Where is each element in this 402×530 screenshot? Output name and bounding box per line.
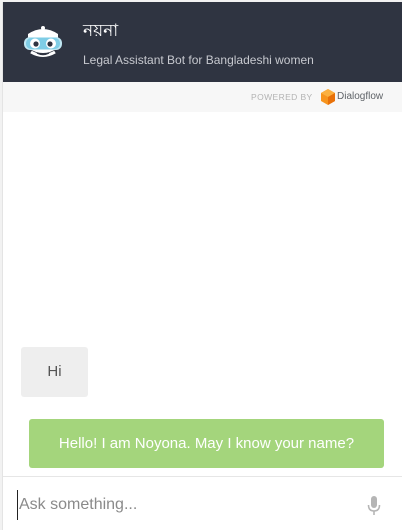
chat-header: নয়না Legal Assistant Bot for Bangladesh… [3,2,402,82]
robot-avatar-icon [24,26,62,57]
bot-name: নয়না [83,21,119,41]
input-divider [3,476,402,477]
powered-by-bar: POWERED BY Dialogflow [3,82,402,112]
chat-widget: নয়না Legal Assistant Bot for Bangladesh… [2,2,402,530]
powered-by-label: POWERED BY [251,92,313,102]
dialogflow-brand-name[interactable]: Dialogflow [337,91,383,103]
microphone-icon[interactable] [367,496,381,516]
bot-message-bubble: Hello! I am Noyona. May I know your name… [29,419,384,468]
bot-subtitle: Legal Assistant Bot for Bangladeshi wome… [83,53,314,67]
dialogflow-logo-icon[interactable] [321,89,335,105]
user-message-bubble: Hi [21,347,88,397]
message-input[interactable] [17,490,349,520]
